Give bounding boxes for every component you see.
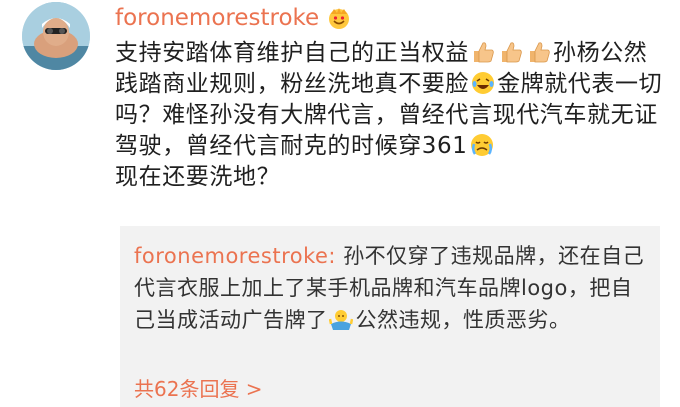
crying-face-icon xyxy=(469,132,495,158)
comment-header: foronemorestroke xyxy=(115,4,351,32)
reply-username-link[interactable]: foronemorestroke: xyxy=(134,244,336,268)
thumbs-up-icon xyxy=(470,39,496,65)
thumbs-up-icon xyxy=(498,39,524,65)
avatar[interactable] xyxy=(22,2,90,70)
comment-text-part: 支持安踏体育维护自己的正当权益 xyxy=(115,40,469,66)
reply-text-part: 公然违规，性质恶劣。 xyxy=(355,308,571,332)
comment-text: 支持安踏体育维护自己的正当权益 孙杨公然践踏商业规则，粉丝洗地真不要脸 金牌就代表一… xyxy=(115,38,663,193)
comment-text-part: 现在还要洗地？ xyxy=(115,164,281,190)
reply-box[interactable]: foronemorestroke: 孙不仅穿了违规品牌，还在自己代言衣服上加上了… xyxy=(120,226,660,407)
thumbs-up-icon xyxy=(526,39,552,65)
crown-smile-icon xyxy=(327,6,351,30)
username-link[interactable]: foronemorestroke xyxy=(115,4,319,32)
weibo-comment: foronemorestroke 支持安踏体育维护自己的正当权益 孙杨公然践踏商业… xyxy=(0,0,680,407)
view-replies-link[interactable]: 共62条回复 > xyxy=(134,376,263,402)
laughing-tears-icon xyxy=(470,70,496,96)
shrug-icon xyxy=(328,308,355,334)
reply-text: foronemorestroke: 孙不仅穿了违规品牌，还在自己代言衣服上加上了… xyxy=(134,240,646,336)
